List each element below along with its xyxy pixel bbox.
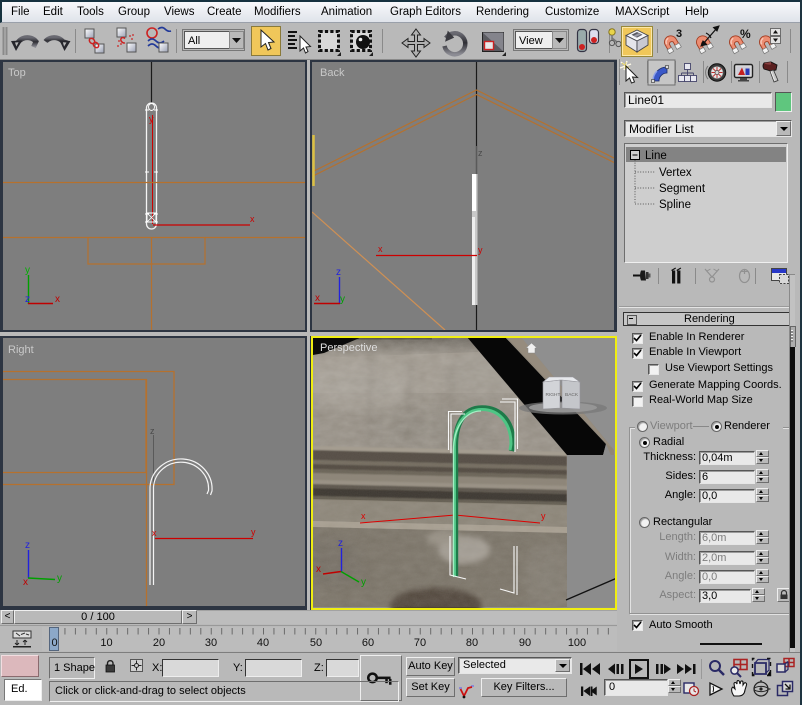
svg-text:20: 20 bbox=[153, 637, 165, 649]
svg-text:x: x bbox=[152, 528, 157, 538]
svg-text:y: y bbox=[57, 573, 62, 584]
svg-text:RIGHT: RIGHT bbox=[546, 392, 561, 398]
svg-text:x: x bbox=[316, 564, 321, 575]
svg-text:z: z bbox=[478, 148, 483, 158]
svg-text:y: y bbox=[25, 265, 30, 276]
svg-text:y: y bbox=[251, 527, 256, 537]
svg-text:%: % bbox=[740, 27, 751, 41]
svg-text:x: x bbox=[361, 511, 366, 521]
svg-text:100: 100 bbox=[568, 637, 586, 649]
svg-text:50: 50 bbox=[310, 637, 322, 649]
svg-text:Perspective: Perspective bbox=[320, 342, 377, 354]
svg-text:x: x bbox=[23, 577, 28, 588]
svg-text:y: y bbox=[361, 577, 366, 588]
svg-text:z: z bbox=[25, 540, 30, 551]
svg-text:3: 3 bbox=[676, 28, 682, 40]
svg-text:Segment: Segment bbox=[659, 183, 706, 195]
svg-text:z: z bbox=[336, 267, 341, 278]
svg-text:All: All bbox=[188, 35, 200, 47]
svg-text:Spline: Spline bbox=[659, 199, 691, 211]
svg-text:z: z bbox=[338, 538, 343, 549]
svg-text:y: y bbox=[149, 114, 154, 124]
svg-text:90: 90 bbox=[519, 637, 531, 649]
svg-text:80: 80 bbox=[466, 637, 478, 649]
svg-text:Line: Line bbox=[645, 150, 667, 162]
svg-text:y: y bbox=[340, 294, 345, 305]
svg-text:Right: Right bbox=[8, 344, 34, 356]
svg-text:x: x bbox=[55, 294, 60, 305]
svg-text:Back: Back bbox=[320, 67, 345, 79]
svg-text:30: 30 bbox=[205, 637, 217, 649]
svg-text:x: x bbox=[315, 293, 320, 304]
svg-text:x: x bbox=[250, 214, 255, 224]
svg-text:z: z bbox=[25, 294, 30, 305]
svg-text:View: View bbox=[519, 35, 543, 47]
svg-text:60: 60 bbox=[362, 637, 374, 649]
svg-text:x: x bbox=[378, 244, 383, 254]
svg-text:BACK: BACK bbox=[565, 392, 579, 398]
svg-text:40: 40 bbox=[257, 637, 269, 649]
svg-text:Top: Top bbox=[8, 67, 26, 79]
svg-text:z: z bbox=[150, 426, 155, 436]
svg-text:0: 0 bbox=[51, 637, 57, 649]
svg-text:y: y bbox=[478, 245, 483, 255]
svg-text:y: y bbox=[541, 511, 546, 521]
svg-text:70: 70 bbox=[414, 637, 426, 649]
svg-text:10: 10 bbox=[100, 637, 112, 649]
svg-text:Vertex: Vertex bbox=[659, 167, 692, 179]
